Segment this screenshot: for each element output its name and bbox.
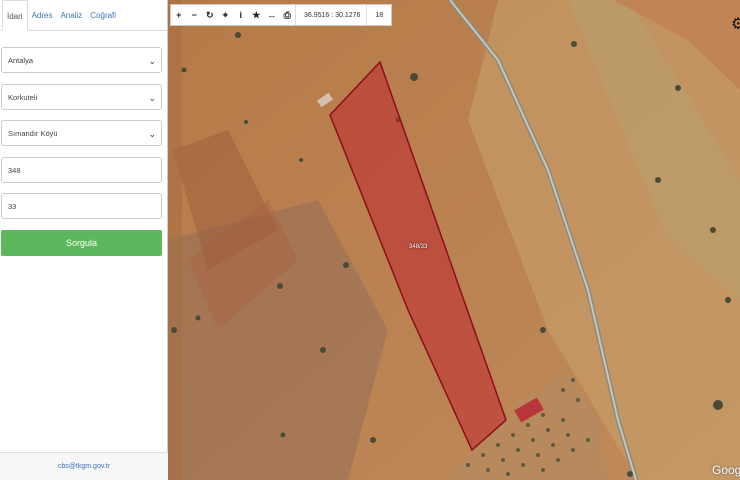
info-icon[interactable]: i xyxy=(233,5,249,25)
satellite-imagery xyxy=(168,0,740,480)
locate-icon[interactable]: ⌖ xyxy=(218,5,234,25)
block-input[interactable]: 348 xyxy=(1,157,162,183)
tab-cografi[interactable]: Coğrafi xyxy=(86,0,120,30)
parcel-value: 33 xyxy=(8,201,17,211)
map-toolbar: + − ↻ ⌖ i ★ ↔ ⎙ 36.9516 : 30.1276 18 xyxy=(170,4,393,26)
block-value: 348 xyxy=(8,165,21,175)
neighborhood-value: Sımandır Köyü xyxy=(8,128,58,138)
province-select[interactable]: Antalya ⌄ xyxy=(1,47,162,73)
refresh-icon[interactable]: ↻ xyxy=(202,5,218,25)
query-button[interactable]: Sorgula xyxy=(1,230,162,256)
chevron-down-icon: ⌄ xyxy=(148,56,156,66)
print-icon[interactable]: ⎙ xyxy=(280,5,296,25)
favorite-star-icon[interactable]: ★ xyxy=(249,5,265,25)
neighborhood-select[interactable]: Sımandır Köyü ⌄ xyxy=(1,120,162,146)
zoom-level: 18 xyxy=(366,5,391,25)
parcel-label: 348/33 xyxy=(409,244,428,250)
zoom-in-icon[interactable]: + xyxy=(171,5,187,25)
district-select[interactable]: Korkuteli ⌄ xyxy=(1,84,162,110)
coordinate-readout: 36.9516 : 30.1276 xyxy=(295,5,366,25)
sidebar-tabs: İdari Adres Analiz Coğrafi xyxy=(0,0,167,31)
google-attribution: Google xyxy=(712,463,740,477)
chevron-down-icon: ⌄ xyxy=(148,129,156,139)
parcel-input[interactable]: 33 xyxy=(1,193,162,219)
sidebar: İdari Adres Analiz Coğrafi Antalya ⌄ Kor… xyxy=(0,0,168,480)
tab-analiz[interactable]: Analiz xyxy=(56,0,86,30)
gear-icon[interactable]: ⚙ xyxy=(731,14,740,34)
footer-email-link[interactable]: cbs@tkgm.gov.tr xyxy=(58,463,110,470)
province-value: Antalya xyxy=(8,55,34,65)
district-value: Korkuteli xyxy=(8,92,38,102)
map-view[interactable]: 348/33 xyxy=(168,0,740,480)
tab-idari[interactable]: İdari xyxy=(2,0,28,31)
measure-icon[interactable]: ↔ xyxy=(264,5,280,25)
chevron-down-icon: ⌄ xyxy=(148,93,156,103)
zoom-out-icon[interactable]: − xyxy=(187,5,203,25)
footer: cbs@tkgm.gov.tr xyxy=(0,452,168,480)
tab-adres[interactable]: Adres xyxy=(28,0,57,30)
